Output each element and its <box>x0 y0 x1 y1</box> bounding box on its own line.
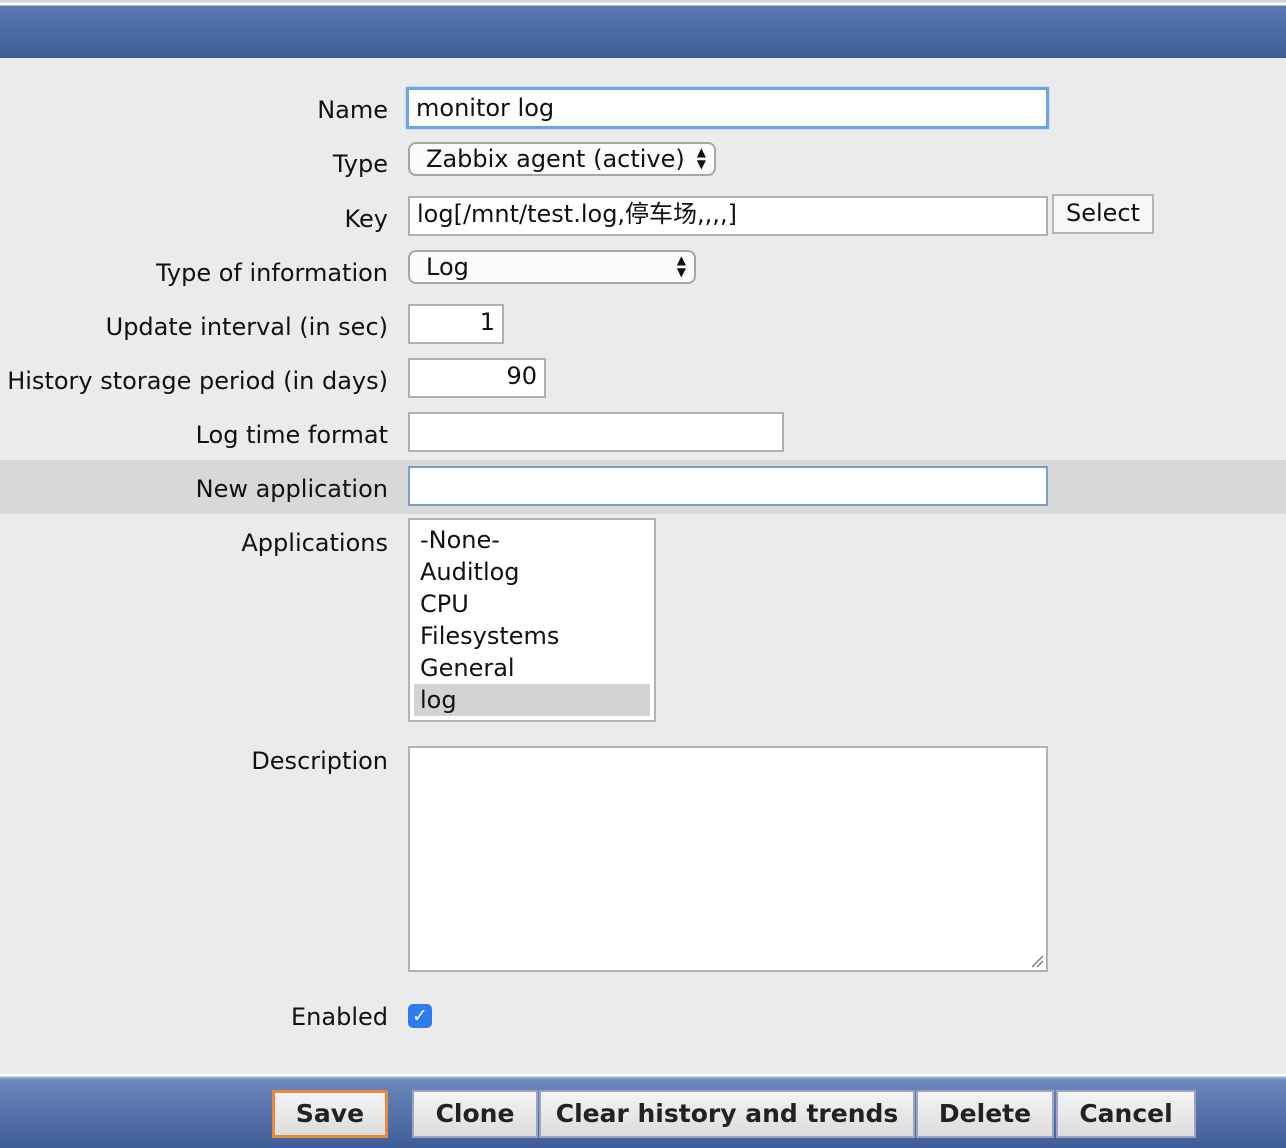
type-label: Type <box>332 150 388 178</box>
description-label: Description <box>251 747 388 775</box>
select-arrows-icon: ▲ ▼ <box>676 253 686 279</box>
key-select-button[interactable]: Select <box>1052 194 1154 234</box>
history-storage-label: History storage period (in days) <box>7 367 388 395</box>
select-arrows-icon: ▲ ▼ <box>696 145 706 171</box>
log-time-format-input[interactable] <box>408 412 784 452</box>
list-item[interactable]: CPU <box>414 588 650 620</box>
key-label: Key <box>344 205 388 233</box>
log-time-format-label: Log time format <box>195 421 388 449</box>
header-bar <box>0 0 1286 58</box>
list-item[interactable]: Filesystems <box>414 620 650 652</box>
list-item[interactable]: -None- <box>414 524 650 556</box>
applications-listbox[interactable]: -None- Auditlog CPU Filesystems General … <box>408 518 656 722</box>
history-storage-input[interactable]: 90 <box>408 358 546 398</box>
check-icon: ✓ <box>412 1005 428 1027</box>
list-item[interactable]: General <box>414 652 650 684</box>
type-select[interactable]: Zabbix agent (active) ▲ ▼ <box>408 142 716 176</box>
description-textarea[interactable] <box>408 746 1048 972</box>
type-select-value: Zabbix agent (active) <box>426 145 685 173</box>
list-item[interactable]: Auditlog <box>414 556 650 588</box>
name-input[interactable]: monitor log <box>406 87 1049 129</box>
type-of-information-select[interactable]: Log ▲ ▼ <box>408 250 696 284</box>
save-button[interactable]: Save <box>272 1090 388 1138</box>
enabled-label: Enabled <box>291 1003 388 1031</box>
name-label: Name <box>317 96 388 124</box>
type-of-information-value: Log <box>426 253 469 281</box>
new-application-input[interactable] <box>408 466 1048 506</box>
resize-grip-icon[interactable] <box>1030 954 1044 968</box>
key-input[interactable]: log[/mnt/test.log,停车场,,,,] <box>408 196 1048 236</box>
update-interval-input[interactable]: 1 <box>408 304 504 344</box>
clear-history-button[interactable]: Clear history and trends <box>539 1090 915 1138</box>
clone-button[interactable]: Clone <box>412 1090 538 1138</box>
list-item-selected[interactable]: log <box>414 684 650 716</box>
type-of-information-label: Type of information <box>155 259 388 287</box>
enabled-checkbox[interactable]: ✓ <box>408 1004 432 1028</box>
delete-button[interactable]: Delete <box>916 1090 1054 1138</box>
new-application-label: New application <box>195 475 388 503</box>
cancel-button[interactable]: Cancel <box>1056 1090 1196 1138</box>
applications-label: Applications <box>241 529 388 557</box>
update-interval-label: Update interval (in sec) <box>105 313 388 341</box>
